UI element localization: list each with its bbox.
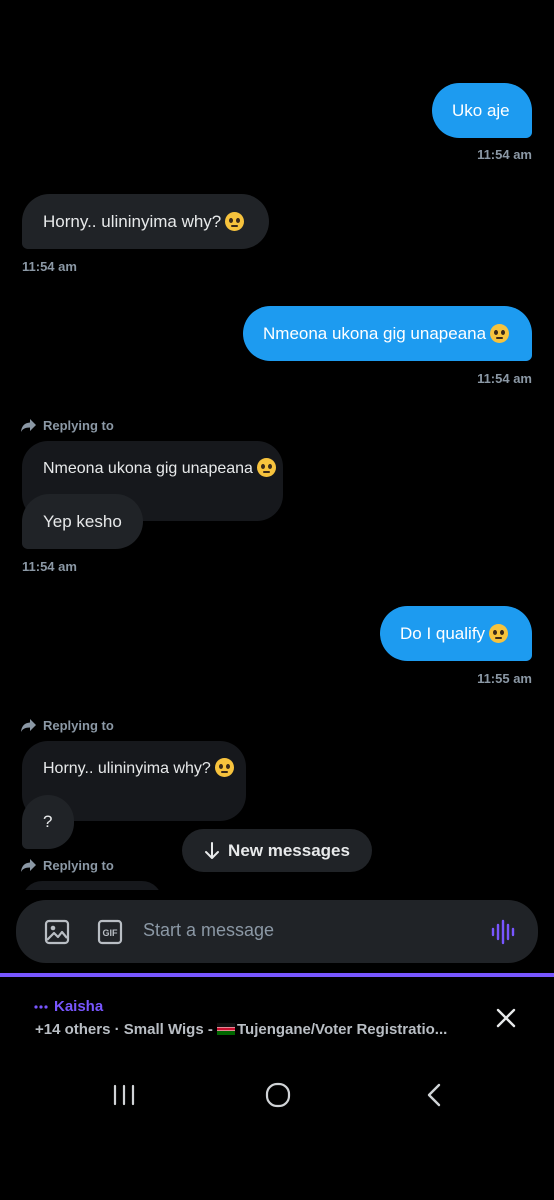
message-text: Horny.. ulininyima why? bbox=[43, 211, 222, 231]
message-timestamp: 11:54 am bbox=[477, 147, 532, 162]
new-messages-button[interactable]: New messages bbox=[182, 829, 372, 872]
sweat-smile-emoji-icon bbox=[490, 324, 510, 343]
message-text: Uko aje bbox=[452, 100, 510, 120]
quoted-text: Nmeona ukona gig unapeana bbox=[43, 460, 253, 477]
close-icon[interactable] bbox=[494, 1006, 518, 1030]
sweat-smile-emoji-icon bbox=[256, 458, 276, 477]
space-host[interactable]: Kaisha bbox=[34, 998, 103, 1015]
arrow-down-icon bbox=[205, 841, 220, 859]
message-text: ? bbox=[43, 812, 53, 831]
replying-to-label: Replying to bbox=[20, 718, 114, 733]
message-text: Do I qualify bbox=[400, 623, 486, 643]
thinking-face-emoji-icon bbox=[489, 624, 509, 643]
sent-message[interactable]: Uko aje bbox=[432, 83, 532, 138]
message-timestamp: 11:54 am bbox=[477, 371, 532, 386]
sent-message[interactable]: Do I qualify bbox=[380, 606, 532, 661]
gif-label: GIF bbox=[103, 928, 119, 938]
message-composer: GIF Start a message bbox=[16, 900, 538, 963]
reply-arrow-icon bbox=[21, 859, 36, 872]
message-timestamp: 11:54 am bbox=[22, 559, 77, 574]
new-messages-label: New messages bbox=[228, 840, 350, 860]
image-icon[interactable] bbox=[43, 918, 71, 946]
conversation-thread[interactable]: Uko aje 11:54 am Horny.. ulininyima why?… bbox=[0, 0, 554, 890]
message-text: Yep kesho bbox=[43, 511, 122, 531]
recent-apps-icon[interactable] bbox=[104, 1080, 144, 1110]
message-timestamp: 11:54 am bbox=[22, 259, 77, 274]
pleading-face-emoji-icon bbox=[225, 212, 245, 231]
kenya-flag-icon bbox=[217, 1023, 235, 1035]
message-input[interactable]: Start a message bbox=[143, 920, 274, 941]
quoted-text: Horny.. ulininyima why? bbox=[43, 760, 211, 777]
replying-to-label: Replying to bbox=[20, 418, 114, 433]
received-message[interactable]: Yep kesho bbox=[22, 494, 143, 549]
space-subtitle: +14 others · Small Wigs - Tujengane/Vote… bbox=[35, 1021, 448, 1038]
space-host-name: Kaisha bbox=[54, 998, 104, 1015]
live-dots-icon bbox=[34, 1004, 48, 1009]
gif-icon[interactable]: GIF bbox=[96, 918, 124, 946]
reply-arrow-icon bbox=[21, 419, 36, 432]
received-message[interactable]: Horny.. ulininyima why? bbox=[22, 194, 269, 249]
message-timestamp: 11:55 am bbox=[477, 671, 532, 686]
message-text: Nmeona ukona gig unapeana bbox=[263, 323, 487, 343]
received-message[interactable]: ? bbox=[22, 795, 74, 849]
replying-to-label: Replying to bbox=[20, 858, 114, 873]
quoted-message[interactable] bbox=[22, 881, 162, 890]
space-mini-player[interactable] bbox=[0, 977, 554, 1057]
pleading-face-emoji-icon bbox=[214, 758, 234, 777]
reply-arrow-icon bbox=[21, 719, 36, 732]
back-icon[interactable] bbox=[414, 1080, 454, 1110]
sent-message[interactable]: Nmeona ukona gig unapeana bbox=[243, 306, 532, 361]
home-icon[interactable] bbox=[258, 1080, 298, 1110]
voice-message-icon[interactable] bbox=[490, 918, 518, 946]
